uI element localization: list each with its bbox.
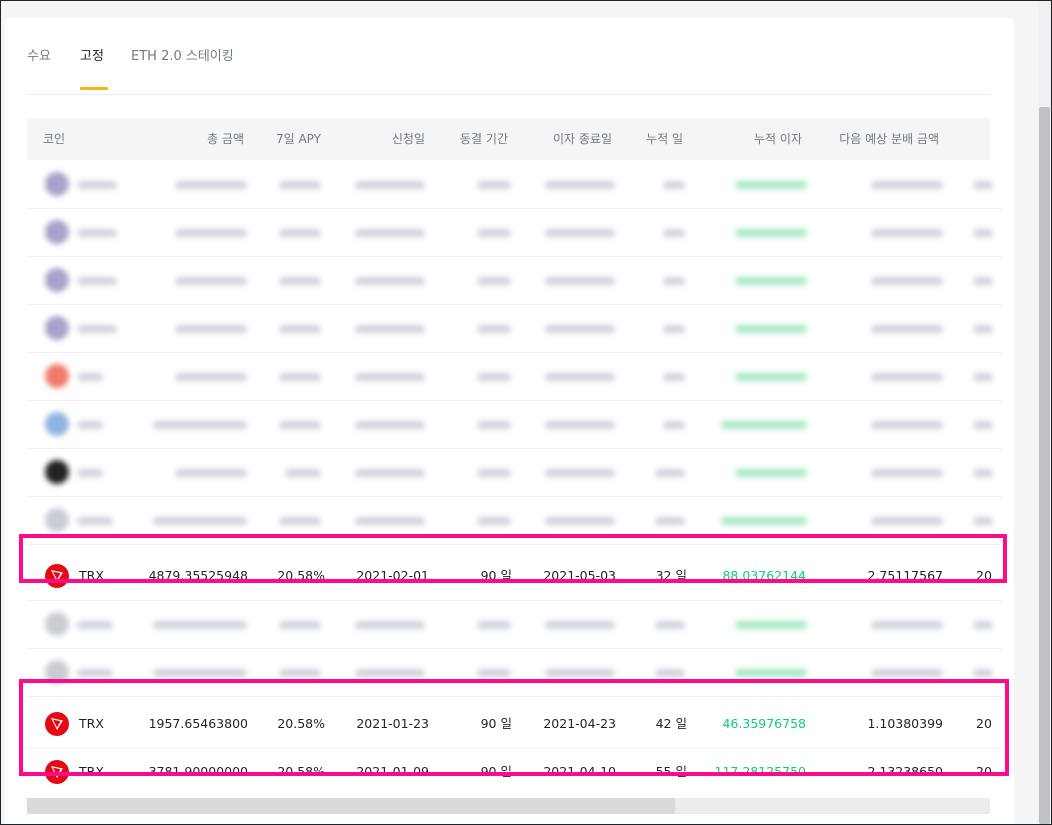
active-tab-indicator [80, 87, 108, 90]
tab-eth2-staking[interactable]: ETH 2.0 스테이킹 [131, 48, 261, 92]
end-date: 2021-04-23 [543, 716, 616, 731]
lock-period: 90 일 [480, 568, 512, 583]
table-row: TRX 4879.35525948 20.58% 2021-02-01 90 일… [27, 552, 1002, 601]
table-row: TRX 1957.65463800 20.58% 2021-01-23 90 일… [27, 700, 1002, 749]
coin-icon [45, 172, 69, 196]
coin-name: TRX [79, 568, 104, 583]
accrued-interest: 46.35976758 [722, 716, 806, 731]
accrued-days: 55 일 [655, 764, 687, 779]
coin-name: TRX [79, 764, 104, 779]
apy: 20.58% [277, 716, 325, 731]
col-interest: 누적 이자 [754, 132, 802, 146]
tab-label: 고정 [80, 49, 104, 64]
col-start-date: 신청일 [391, 132, 425, 146]
col-days: 누적 일 [646, 132, 683, 146]
lock-period: 90 일 [480, 716, 512, 731]
accrued-days: 32 일 [655, 568, 687, 583]
table-row [27, 208, 1002, 257]
table-row [27, 256, 1002, 305]
app-frame: 수요 고정 ETH 2.0 스테이킹 코인 총 금액 7일 APY 신청일 동결… [0, 0, 1052, 825]
table-row [27, 352, 1002, 401]
table-row [27, 496, 1002, 545]
vertical-scrollbar[interactable] [1038, 1, 1051, 824]
coin-icon [45, 220, 69, 244]
coin-name: TRX [79, 716, 104, 731]
col-total: 총 금액 [207, 132, 244, 146]
total-amount: 1957.65463800 [148, 716, 248, 731]
start-date: 2021-01-09 [356, 764, 429, 779]
coin-icon [45, 612, 69, 636]
next-distribution-date: 20 [976, 568, 992, 583]
earn-card: 수요 고정 ETH 2.0 스테이킹 코인 총 금액 7일 APY 신청일 동결… [5, 18, 1014, 824]
col-apy: 7일 APY [275, 132, 321, 146]
tab-label: 수요 [27, 49, 51, 64]
next-distribution: 2.75117567 [867, 568, 943, 583]
col-period: 동결 기간 [460, 132, 508, 146]
next-distribution-date: 20 [976, 764, 992, 779]
coin-icon [45, 660, 69, 684]
vertical-scrollbar-thumb[interactable] [1039, 107, 1050, 824]
table-row [27, 448, 1002, 497]
next-distribution: 2.13238650 [867, 764, 943, 779]
total-amount: 3781.90000000 [148, 764, 248, 779]
product-tabs: 수요 고정 ETH 2.0 스테이킹 [27, 48, 990, 95]
col-coin: 코인 [43, 132, 66, 146]
table-row: TRX 3781.90000000 20.58% 2021-01-09 90 일… [27, 748, 1002, 796]
accrued-interest: 88.03762144 [722, 568, 806, 583]
accrued-days: 42 일 [655, 716, 687, 731]
tab-locked[interactable]: 고정 [80, 48, 108, 92]
next-distribution-date: 20 [976, 716, 992, 731]
lock-period: 90 일 [480, 764, 512, 779]
trx-icon [45, 712, 69, 736]
tab-flexible[interactable]: 수요 [27, 48, 55, 92]
table-row [27, 400, 1002, 449]
coin-icon [45, 316, 69, 340]
start-date: 2021-02-01 [356, 568, 429, 583]
tab-label: ETH 2.0 스테이킹 [131, 49, 234, 64]
horizontal-scrollbar[interactable] [27, 798, 990, 814]
trx-icon [45, 760, 69, 784]
table-row [27, 304, 1002, 353]
total-amount: 4879.35525948 [148, 568, 248, 583]
coin-icon [45, 364, 69, 388]
next-distribution: 1.10380399 [867, 716, 943, 731]
accrued-interest: 117.28125750 [714, 764, 806, 779]
coin-icon [45, 268, 69, 292]
start-date: 2021-01-23 [356, 716, 429, 731]
col-next-amount: 다음 예상 분배 금액 [839, 132, 939, 146]
table-row [27, 648, 1002, 697]
coin-icon [45, 412, 69, 436]
col-end-date: 이자 종료일 [552, 132, 612, 146]
apy: 20.58% [277, 764, 325, 779]
apy: 20.58% [277, 568, 325, 583]
end-date: 2021-04-10 [543, 764, 616, 779]
coin-icon [45, 460, 69, 484]
table-row [27, 600, 1002, 649]
horizontal-scrollbar-thumb[interactable] [27, 798, 675, 814]
trx-icon [45, 564, 69, 588]
coin-icon [45, 508, 69, 532]
table-header: 코인 총 금액 7일 APY 신청일 동결 기간 이자 종료일 누적 일 누적 … [27, 118, 990, 160]
end-date: 2021-05-03 [543, 568, 616, 583]
table-row [27, 160, 1002, 209]
